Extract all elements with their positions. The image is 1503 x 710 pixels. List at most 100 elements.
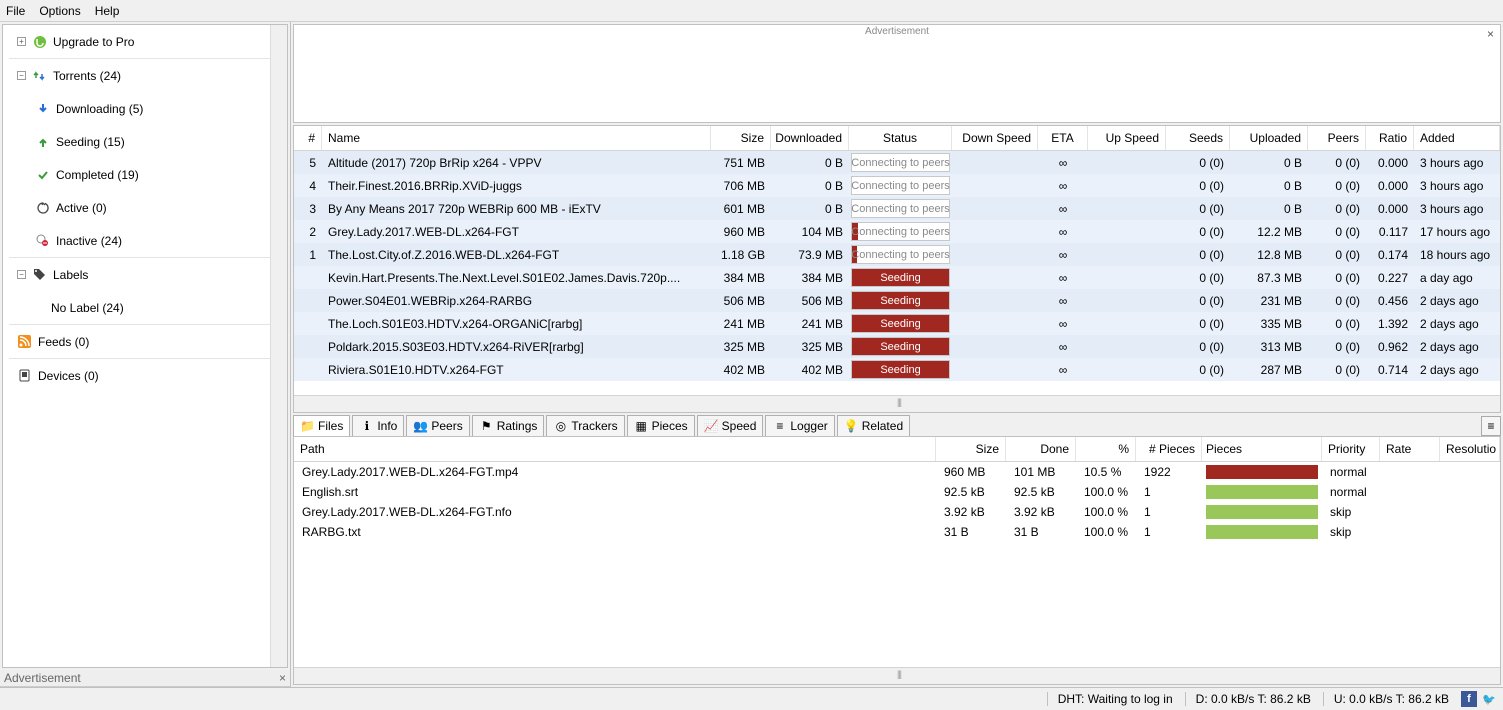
tab-trackers-label: Trackers <box>571 419 617 433</box>
collapse-icon[interactable]: − <box>17 270 26 279</box>
fcol-priority[interactable]: Priority <box>1322 437 1380 461</box>
col-upspeed[interactable]: Up Speed <box>1088 126 1166 150</box>
fcol-path[interactable]: Path <box>294 437 936 461</box>
torrent-row[interactable]: 4Their.Finest.2016.BRRip.XViD-juggs706 M… <box>294 174 1500 197</box>
col-downloaded[interactable]: Downloaded <box>771 126 849 150</box>
sidebar-seeding[interactable]: Seeding (15) <box>3 125 287 158</box>
sidebar-ad-header: Advertisement × <box>0 670 290 687</box>
ad-label-text: Advertisement <box>861 25 933 38</box>
tab-trackers[interactable]: ◎Trackers <box>546 415 624 436</box>
sidebar-downloading[interactable]: Downloading (5) <box>3 92 287 125</box>
device-icon <box>17 368 32 383</box>
collapse-icon[interactable]: − <box>17 71 26 80</box>
sidebar-nolabel-label: No Label (24) <box>51 301 124 315</box>
top-ad-banner: Advertisement × <box>293 24 1501 123</box>
flag-icon: ⚑ <box>479 419 494 434</box>
torrent-row[interactable]: Power.S04E01.WEBRip.x264-RARBG506 MB506 … <box>294 289 1500 312</box>
sidebar-scrollbar[interactable] <box>270 25 287 667</box>
col-added[interactable]: Added <box>1414 126 1500 150</box>
tab-peers-label: Peers <box>431 419 462 433</box>
menu-help[interactable]: Help <box>95 4 120 18</box>
download-icon <box>35 101 50 116</box>
col-seeds[interactable]: Seeds <box>1166 126 1230 150</box>
tab-logger-label: Logger <box>790 419 827 433</box>
tab-ratings-label: Ratings <box>497 419 538 433</box>
sidebar-feeds[interactable]: Feeds (0) <box>3 325 287 358</box>
tab-info-label: Info <box>377 419 397 433</box>
sidebar-seeding-label: Seeding (15) <box>56 135 125 149</box>
peers-icon: 👥 <box>413 419 428 434</box>
menu-options[interactable]: Options <box>39 4 80 18</box>
fcol-pct[interactable]: % <box>1076 437 1136 461</box>
files-icon: 📁 <box>300 419 315 434</box>
sidebar-active-label: Active (0) <box>56 201 107 215</box>
tab-pieces[interactable]: ▦Pieces <box>627 415 695 436</box>
tab-overflow-button[interactable]: ≡ <box>1481 416 1501 436</box>
torrent-row[interactable]: Kevin.Hart.Presents.The.Next.Level.S01E0… <box>294 266 1500 289</box>
fcol-npieces[interactable]: # Pieces <box>1136 437 1202 461</box>
torrent-row[interactable]: 2Grey.Lady.2017.WEB-DL.x264-FGT960 MB104… <box>294 220 1500 243</box>
torrent-hscroll[interactable] <box>294 395 1500 412</box>
tab-info[interactable]: ℹInfo <box>352 415 404 436</box>
sidebar-inactive[interactable]: Inactive (24) <box>3 224 287 257</box>
close-icon[interactable]: × <box>1487 27 1494 41</box>
sidebar-torrents[interactable]: − Torrents (24) <box>3 59 287 92</box>
sidebar-upgrade[interactable]: + Upgrade to Pro <box>3 25 287 58</box>
close-icon[interactable]: × <box>279 671 286 685</box>
tab-speed-label: Speed <box>722 419 757 433</box>
file-row[interactable]: RARBG.txt31 B31 B100.0 %1skip <box>294 522 1500 542</box>
status-upload: U: 0.0 kB/s T: 86.2 kB <box>1323 692 1449 706</box>
col-uploaded[interactable]: Uploaded <box>1230 126 1308 150</box>
twitter-icon[interactable]: 🐦 <box>1481 691 1497 707</box>
tab-related[interactable]: 💡Related <box>837 415 910 436</box>
tab-peers[interactable]: 👥Peers <box>406 415 469 436</box>
col-status[interactable]: Status <box>849 126 952 150</box>
tab-logger[interactable]: ≡Logger <box>765 415 834 436</box>
fcol-size[interactable]: Size <box>936 437 1006 461</box>
torrent-row[interactable]: 3By Any Means 2017 720p WEBRip 600 MB - … <box>294 197 1500 220</box>
sidebar-tree: + Upgrade to Pro − Torrents (24) Downloa… <box>2 24 288 668</box>
col-peers[interactable]: Peers <box>1308 126 1366 150</box>
content-area: Advertisement × # Name Size Downloaded S… <box>291 22 1503 687</box>
sidebar-nolabel[interactable]: No Label (24) <box>3 291 287 324</box>
sidebar-devices[interactable]: Devices (0) <box>3 359 287 392</box>
status-dht: DHT: Waiting to log in <box>1047 692 1173 706</box>
tab-files[interactable]: 📁Files <box>293 415 350 436</box>
upload-icon <box>35 134 50 149</box>
torrent-row[interactable]: 1The.Lost.City.of.Z.2016.WEB-DL.x264-FGT… <box>294 243 1500 266</box>
col-size[interactable]: Size <box>711 126 771 150</box>
grid-icon: ▦ <box>634 419 649 434</box>
facebook-icon[interactable]: f <box>1461 691 1477 707</box>
sidebar-labels[interactable]: − Labels <box>3 258 287 291</box>
fcol-rate[interactable]: Rate <box>1380 437 1440 461</box>
inactive-icon <box>35 233 50 248</box>
torrent-row[interactable]: 5Altitude (2017) 720p BrRip x264 - VPPV7… <box>294 151 1500 174</box>
file-row[interactable]: Grey.Lady.2017.WEB-DL.x264-FGT.nfo3.92 k… <box>294 502 1500 522</box>
sidebar-active[interactable]: Active (0) <box>3 191 287 224</box>
sidebar-completed[interactable]: Completed (19) <box>3 158 287 191</box>
torrent-list: # Name Size Downloaded Status Down Speed… <box>293 125 1501 413</box>
col-num[interactable]: # <box>294 126 322 150</box>
col-eta[interactable]: ETA <box>1038 126 1088 150</box>
files-columns: Path Size Done % # Pieces Pieces Priorit… <box>294 437 1500 462</box>
sidebar: + Upgrade to Pro − Torrents (24) Downloa… <box>0 22 291 687</box>
col-name[interactable]: Name <box>322 126 711 150</box>
tab-speed[interactable]: 📈Speed <box>697 415 764 436</box>
fcol-done[interactable]: Done <box>1006 437 1076 461</box>
fcol-resolution[interactable]: Resolutio <box>1440 437 1500 461</box>
file-row[interactable]: English.srt92.5 kB92.5 kB100.0 %1normal <box>294 482 1500 502</box>
col-downspeed[interactable]: Down Speed <box>952 126 1038 150</box>
torrent-row[interactable]: Riviera.S01E10.HDTV.x264-FGT402 MB402 MB… <box>294 358 1500 381</box>
sidebar-feeds-label: Feeds (0) <box>38 335 89 349</box>
sidebar-upgrade-label: Upgrade to Pro <box>53 35 134 49</box>
files-hscroll[interactable] <box>294 667 1500 684</box>
torrent-row[interactable]: The.Loch.S01E03.HDTV.x264-ORGANiC[rarbg]… <box>294 312 1500 335</box>
sidebar-devices-label: Devices (0) <box>38 369 99 383</box>
tab-ratings[interactable]: ⚑Ratings <box>472 415 545 436</box>
col-ratio[interactable]: Ratio <box>1366 126 1414 150</box>
file-row[interactable]: Grey.Lady.2017.WEB-DL.x264-FGT.mp4960 MB… <box>294 462 1500 482</box>
expand-icon[interactable]: + <box>17 37 26 46</box>
fcol-pieces[interactable]: Pieces <box>1202 437 1322 461</box>
torrent-row[interactable]: Poldark.2015.S03E03.HDTV.x264-RiVER[rarb… <box>294 335 1500 358</box>
menu-file[interactable]: File <box>6 4 25 18</box>
